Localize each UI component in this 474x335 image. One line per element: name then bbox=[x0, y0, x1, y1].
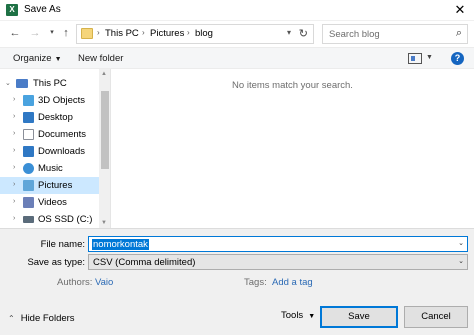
window-title: Save As bbox=[24, 4, 61, 15]
sidebar-item-pictures[interactable]: › Pictures bbox=[0, 177, 99, 194]
hide-folders-label: Hide Folders bbox=[20, 313, 75, 324]
sidebar-item-downloads[interactable]: › Downloads bbox=[0, 143, 99, 160]
chevron-down-icon[interactable]: ▼ bbox=[426, 54, 433, 61]
search-box[interactable]: Search blog ⌕ bbox=[322, 24, 468, 44]
folder-icon bbox=[81, 28, 93, 39]
sidebar-item-label: This PC bbox=[33, 78, 67, 89]
breadcrumb-separator-icon[interactable]: › bbox=[142, 28, 145, 37]
sidebar-item-label: Videos bbox=[38, 197, 67, 208]
breadcrumb-pictures[interactable]: Pictures bbox=[150, 28, 184, 39]
chevron-right-icon[interactable]: › bbox=[13, 164, 15, 171]
navigation-pane: ⌄ This PC › 3D Objects › Desktop › Docum… bbox=[0, 69, 111, 228]
dialog-footer: ⌃ Hide Folders Tools ▼ Save Cancel bbox=[0, 298, 474, 335]
sidebar-item-label: Music bbox=[38, 163, 63, 174]
hide-folders-button[interactable]: ⌃ Hide Folders bbox=[8, 313, 75, 324]
authors-field[interactable]: Vaio bbox=[95, 277, 113, 288]
navigation-scrollbar[interactable]: ▲ ▼ bbox=[99, 69, 110, 228]
address-bar[interactable]: › This PC › Pictures › blog ▾ ↻ bbox=[76, 24, 314, 44]
chevron-right-icon[interactable]: › bbox=[13, 198, 15, 205]
excel-icon: X bbox=[6, 4, 18, 16]
filename-value[interactable]: nomorkontak bbox=[92, 239, 149, 250]
chevron-down-icon: ▼ bbox=[54, 56, 62, 63]
new-folder-button[interactable]: New folder bbox=[78, 53, 123, 64]
sidebar-item-videos[interactable]: › Videos bbox=[0, 194, 99, 211]
sidebar-item-music[interactable]: › Music bbox=[0, 160, 99, 177]
chevron-down-icon[interactable]: ⌄ bbox=[458, 239, 464, 247]
sidebar-item-label: 3D Objects bbox=[38, 95, 85, 106]
sidebar-item-documents[interactable]: › Documents bbox=[0, 126, 99, 143]
save-button[interactable]: Save bbox=[320, 306, 398, 328]
savetype-label: Save as type: bbox=[27, 257, 85, 268]
cancel-button[interactable]: Cancel bbox=[404, 306, 468, 328]
back-arrow-icon[interactable]: ← bbox=[8, 26, 22, 40]
address-dropdown-icon[interactable]: ▾ bbox=[287, 28, 291, 37]
music-icon bbox=[23, 163, 34, 174]
sidebar-item-label: Downloads bbox=[38, 146, 85, 157]
expand-chevron-icon[interactable]: ⌄ bbox=[5, 79, 11, 87]
chevron-right-icon[interactable]: › bbox=[13, 147, 15, 154]
file-list[interactable]: No items match your search. bbox=[111, 69, 474, 228]
chevron-right-icon[interactable]: › bbox=[13, 181, 15, 188]
sidebar-item-label: OS SSD (C:) bbox=[38, 214, 93, 225]
pc-icon bbox=[16, 79, 28, 88]
sidebar-item-desktop[interactable]: › Desktop bbox=[0, 109, 99, 126]
breadcrumb-separator-icon[interactable]: › bbox=[97, 28, 100, 37]
breadcrumb-this-pc[interactable]: This PC bbox=[105, 28, 139, 39]
chevron-down-icon: ▼ bbox=[308, 313, 316, 320]
command-bar: Organize ▼ New folder ▼ ? bbox=[0, 47, 474, 69]
empty-message: No items match your search. bbox=[232, 80, 353, 91]
save-form: File name: nomorkontak ⌄ Save as type: C… bbox=[0, 228, 474, 298]
scroll-down-icon[interactable]: ▼ bbox=[101, 220, 107, 226]
filename-field[interactable]: nomorkontak ⌄ bbox=[88, 236, 468, 252]
tools-label: Tools bbox=[281, 310, 304, 321]
sidebar-item-os-ssd[interactable]: › OS SSD (C:) bbox=[0, 211, 99, 228]
chevron-right-icon[interactable]: › bbox=[13, 96, 15, 103]
forward-arrow-icon[interactable]: → bbox=[28, 26, 42, 40]
cube-icon bbox=[23, 95, 34, 106]
savetype-value: CSV (Comma delimited) bbox=[93, 257, 196, 268]
tags-field[interactable]: Add a tag bbox=[272, 277, 313, 288]
recent-locations-chevron-icon[interactable]: ▾ bbox=[45, 26, 59, 40]
filename-label: File name: bbox=[40, 239, 85, 250]
title-bar: X Save As ✕ bbox=[0, 0, 474, 21]
organize-button[interactable]: Organize ▼ bbox=[13, 53, 62, 64]
chevron-down-icon[interactable]: ⌄ bbox=[458, 257, 464, 265]
sidebar-item-3d-objects[interactable]: › 3D Objects bbox=[0, 92, 99, 109]
drive-icon bbox=[23, 216, 34, 223]
search-input[interactable]: Search blog bbox=[329, 29, 380, 40]
download-icon bbox=[23, 146, 34, 157]
sidebar-item-label: Desktop bbox=[38, 112, 73, 123]
view-options-icon[interactable] bbox=[408, 53, 422, 64]
sidebar-item-this-pc[interactable]: ⌄ This PC bbox=[0, 75, 99, 92]
help-icon[interactable]: ? bbox=[451, 52, 464, 65]
organize-label: Organize bbox=[13, 53, 52, 64]
tools-button[interactable]: Tools ▼ bbox=[281, 310, 315, 321]
authors-label: Authors: bbox=[57, 277, 93, 288]
video-icon bbox=[23, 197, 34, 208]
refresh-icon[interactable]: ↻ bbox=[299, 27, 308, 40]
up-arrow-icon[interactable]: ↑ bbox=[59, 26, 73, 40]
chevron-right-icon[interactable]: › bbox=[13, 215, 15, 222]
tags-label: Tags: bbox=[244, 277, 267, 288]
scrollbar-thumb[interactable] bbox=[101, 91, 109, 169]
document-icon bbox=[23, 129, 34, 140]
desktop-icon bbox=[23, 112, 34, 123]
pictures-icon bbox=[23, 180, 34, 191]
sidebar-item-label: Pictures bbox=[38, 180, 73, 191]
sidebar-item-label: Documents bbox=[38, 129, 87, 140]
close-icon[interactable]: ✕ bbox=[452, 2, 468, 18]
chevron-right-icon[interactable]: › bbox=[13, 113, 15, 120]
navigation-bar: ← → ▾ ↑ › This PC › Pictures › blog ▾ ↻ … bbox=[0, 21, 474, 47]
savetype-select[interactable]: CSV (Comma delimited) ⌄ bbox=[88, 254, 468, 270]
breadcrumb-blog[interactable]: blog bbox=[195, 28, 213, 39]
scroll-up-icon[interactable]: ▲ bbox=[101, 71, 107, 77]
search-icon: ⌕ bbox=[455, 27, 462, 39]
chevron-right-icon[interactable]: › bbox=[13, 130, 15, 137]
breadcrumb-separator-icon[interactable]: › bbox=[187, 28, 190, 37]
chevron-up-icon: ⌃ bbox=[8, 314, 15, 323]
